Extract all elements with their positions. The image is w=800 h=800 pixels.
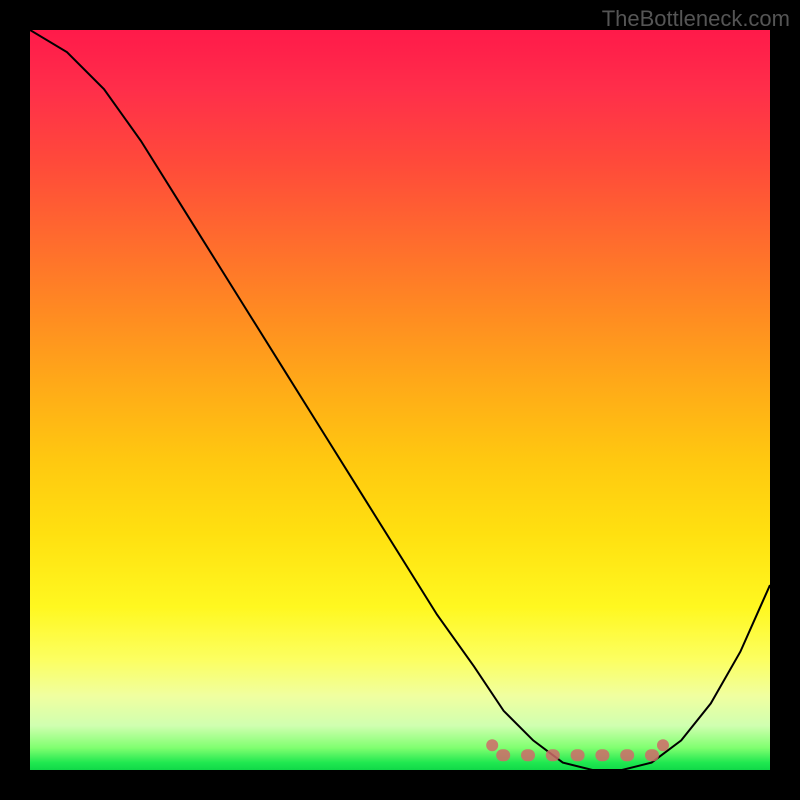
watermark-text: TheBottleneck.com [602,6,790,32]
optimal-range-marker [30,30,770,770]
chart-plot-area [30,30,770,770]
